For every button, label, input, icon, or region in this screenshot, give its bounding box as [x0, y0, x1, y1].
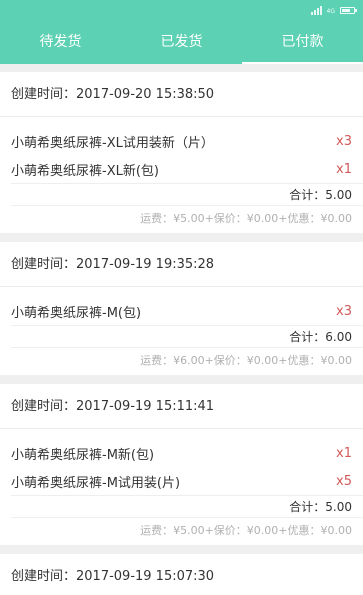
item-name: 小萌希奥纸尿裤-M(包) [11, 305, 142, 321]
tab-shipped[interactable]: 已发货 [121, 22, 242, 64]
order-total: 合计：6.00 [11, 325, 363, 347]
order-item: 小萌希奥纸尿裤-M试用装(片) x5 [0, 467, 363, 495]
order-items: 小萌希奥纸尿裤-M新(包) x1 小萌希奥纸尿裤-M试用装(片) x5 [0, 429, 363, 495]
order-item: 小萌希奥纸尿裤-XL试用装新（片） x3 [0, 127, 363, 155]
order-total: 合计：5.00 [11, 495, 363, 517]
item-name: 小萌希奥纸尿裤-XL新(包) [11, 163, 159, 179]
order-fees: 运费：¥5.00+保价：¥0.00+优惠：¥0.00 [11, 205, 363, 233]
item-quantity: x3 [336, 133, 352, 149]
tab-paid[interactable]: 已付款 [242, 22, 363, 64]
order-items: 小萌希奥纸尿裤-XL试用装新（片） x3 小萌希奥纸尿裤-XL新(包) x1 [0, 117, 363, 183]
order-fees: 运费：¥6.00+保价：¥0.00+优惠：¥0.00 [11, 347, 363, 375]
item-quantity: x1 [336, 161, 352, 177]
network-type-icon: 4G [326, 8, 335, 15]
order-card[interactable]: 创建时间：2017-09-19 15:07:30 [0, 554, 363, 595]
order-item: 小萌希奥纸尿裤-M新(包) x1 [0, 439, 363, 467]
battery-icon [340, 7, 357, 14]
order-created-time: 创建时间：2017-09-19 15:11:41 [0, 384, 363, 429]
signal-icon [310, 5, 322, 15]
order-created-time: 创建时间：2017-09-20 15:38:50 [0, 72, 363, 117]
tab-pending-shipment[interactable]: 待发货 [0, 22, 121, 64]
item-quantity: x5 [336, 473, 352, 489]
header: 4G 待发货 已发货 已付款 [0, 0, 363, 64]
order-item: 小萌希奥纸尿裤-M(包) x3 [0, 297, 363, 325]
item-name: 小萌希奥纸尿裤-XL试用装新（片） [11, 135, 214, 151]
order-list: 创建时间：2017-09-20 15:38:50 小萌希奥纸尿裤-XL试用装新（… [0, 72, 363, 595]
order-items: 小萌希奥纸尿裤-M(包) x3 [0, 287, 363, 325]
status-bar: 4G [310, 3, 357, 15]
order-card[interactable]: 创建时间：2017-09-19 15:11:41 小萌希奥纸尿裤-M新(包) x… [0, 384, 363, 545]
order-tabs: 待发货 已发货 已付款 [0, 22, 363, 64]
order-created-time: 创建时间：2017-09-19 15:07:30 [0, 554, 363, 595]
order-item: 小萌希奥纸尿裤-XL新(包) x1 [0, 155, 363, 183]
item-name: 小萌希奥纸尿裤-M新(包) [11, 447, 155, 463]
order-total: 合计：5.00 [11, 183, 363, 205]
item-name: 小萌希奥纸尿裤-M试用装(片) [11, 475, 181, 491]
order-card[interactable]: 创建时间：2017-09-19 19:35:28 小萌希奥纸尿裤-M(包) x3… [0, 242, 363, 375]
item-quantity: x3 [336, 303, 352, 319]
order-fees: 运费：¥5.00+保价：¥0.00+优惠：¥0.00 [11, 517, 363, 545]
item-quantity: x1 [336, 445, 352, 461]
order-card[interactable]: 创建时间：2017-09-20 15:38:50 小萌希奥纸尿裤-XL试用装新（… [0, 72, 363, 233]
order-created-time: 创建时间：2017-09-19 19:35:28 [0, 242, 363, 287]
